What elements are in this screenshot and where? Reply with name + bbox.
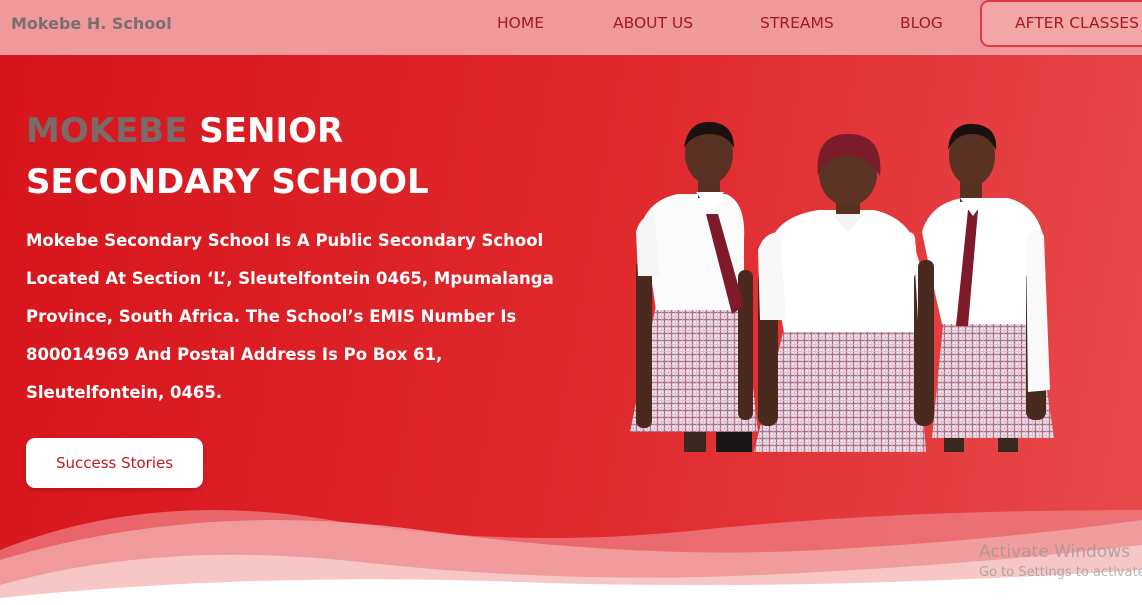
nav-home-link[interactable]: HOME <box>497 14 544 32</box>
nav-blog-link[interactable]: BLOG <box>900 14 943 32</box>
windows-activation-watermark: Activate Windows Go to Settings to activ… <box>979 541 1142 583</box>
success-stories-button[interactable]: Success Stories <box>26 438 203 488</box>
after-classes-button[interactable]: AFTER CLASSES <box>980 0 1142 47</box>
students-photo <box>630 121 1054 452</box>
decorative-waves <box>0 510 1142 605</box>
student-left <box>630 121 758 452</box>
hero-description: Mokebe Secondary School Is A Public Seco… <box>26 231 554 402</box>
student-middle <box>754 134 934 452</box>
student-right <box>918 123 1054 452</box>
hero-title: MOKEBE SENIOR SECONDARY SCHOOL <box>26 106 586 208</box>
nav-about-link[interactable]: ABOUT US <box>613 14 693 32</box>
hero-title-line2: SECONDARY SCHOOL <box>26 162 429 202</box>
watermark-line1: Activate Windows <box>979 542 1130 562</box>
hero-title-accent: MOKEBE <box>26 111 188 151</box>
watermark-line2: Go to Settings to activate Windows. <box>979 565 1142 580</box>
navbar: Mokebe H. School HOME ABOUT US STREAMS B… <box>0 0 1142 55</box>
hero-section: Mokebe H. School HOME ABOUT US STREAMS B… <box>0 0 1142 605</box>
brand-logo-text[interactable]: Mokebe H. School <box>11 14 172 33</box>
hero-title-line1: SENIOR <box>187 111 344 151</box>
nav-streams-link[interactable]: STREAMS <box>760 14 834 32</box>
